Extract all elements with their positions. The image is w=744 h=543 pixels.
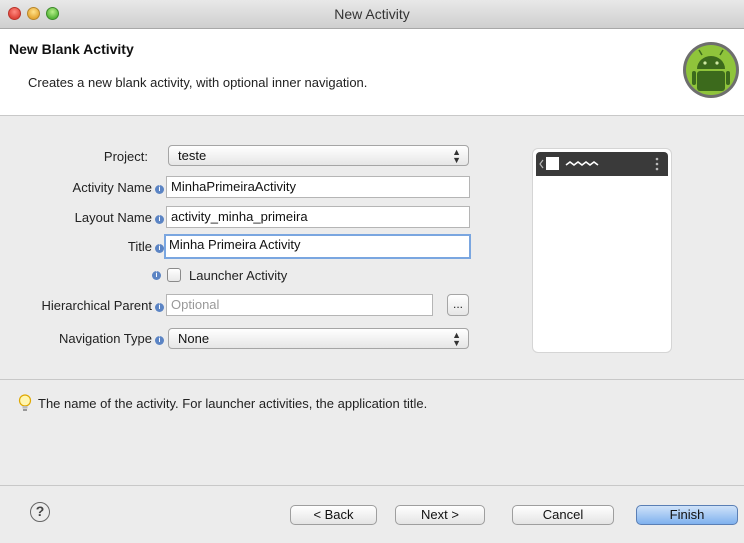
info-icon[interactable]: i [155, 215, 164, 224]
wizard-description: Creates a new blank activity, with optio… [28, 75, 368, 90]
help-icon[interactable]: ? [30, 502, 50, 522]
divider [0, 379, 744, 380]
layout-name-label-text: Layout Name [74, 210, 152, 225]
preview-action-bar [536, 152, 668, 176]
title-label: Title i [20, 239, 164, 254]
lightbulb-icon [18, 394, 32, 411]
navigation-type-label: Navigation Type i [20, 331, 164, 346]
project-value: teste [178, 148, 207, 163]
chevron-updown-icon: ▲ ▼ [452, 330, 461, 348]
navigation-type-value: None [178, 331, 210, 346]
project-select[interactable]: teste ▲ ▼ [168, 145, 469, 166]
activity-preview [532, 148, 672, 353]
back-button[interactable]: < Back [290, 505, 377, 525]
title-placeholder-icon [565, 161, 599, 166]
title-field[interactable]: Minha Primeira Activity [164, 234, 471, 259]
info-icon[interactable]: i [155, 185, 164, 194]
title-bar: New Activity [0, 0, 744, 29]
cancel-button[interactable]: Cancel [512, 505, 614, 525]
wizard-title: New Blank Activity [9, 41, 134, 57]
hierarchical-parent-label: Hierarchical Parent i [10, 298, 164, 313]
navigation-type-select[interactable]: None ▲ ▼ [168, 328, 469, 349]
launcher-activity-label: Launcher Activity [189, 268, 288, 283]
info-icon[interactable]: i [155, 303, 164, 312]
layout-name-field[interactable]: activity_minha_primeira [166, 206, 470, 228]
overflow-menu-icon [655, 157, 659, 161]
next-button[interactable]: Next > [395, 505, 485, 525]
activity-name-field[interactable]: MinhaPrimeiraActivity [166, 176, 470, 198]
android-logo-icon [683, 42, 739, 98]
info-icon[interactable]: i [155, 336, 164, 345]
divider [0, 485, 744, 486]
activity-name-label: Activity Name i [20, 180, 164, 195]
hierarchical-parent-field[interactable]: Optional [166, 294, 433, 316]
activity-name-label-text: Activity Name [72, 180, 152, 195]
preview-action-bar-graphic [539, 157, 659, 171]
finish-button[interactable]: Finish [636, 505, 738, 525]
hierarchical-parent-label-text: Hierarchical Parent [41, 298, 152, 313]
window-title: New Activity [334, 6, 410, 22]
info-icon[interactable]: i [155, 244, 164, 253]
layout-name-label: Layout Name i [20, 210, 164, 225]
wizard-header: New Blank Activity Creates a new blank a… [0, 29, 744, 116]
info-icon[interactable]: i [152, 271, 161, 280]
project-label: Project: [103, 149, 148, 164]
chevron-updown-icon: ▲ ▼ [452, 147, 461, 165]
hint-text: The name of the activity. For launcher a… [38, 396, 428, 411]
title-label-text: Title [127, 239, 152, 254]
browse-button[interactable]: ... [447, 294, 469, 316]
launcher-activity-checkbox[interactable] [167, 268, 181, 282]
navigation-type-label-text: Navigation Type [59, 331, 152, 346]
